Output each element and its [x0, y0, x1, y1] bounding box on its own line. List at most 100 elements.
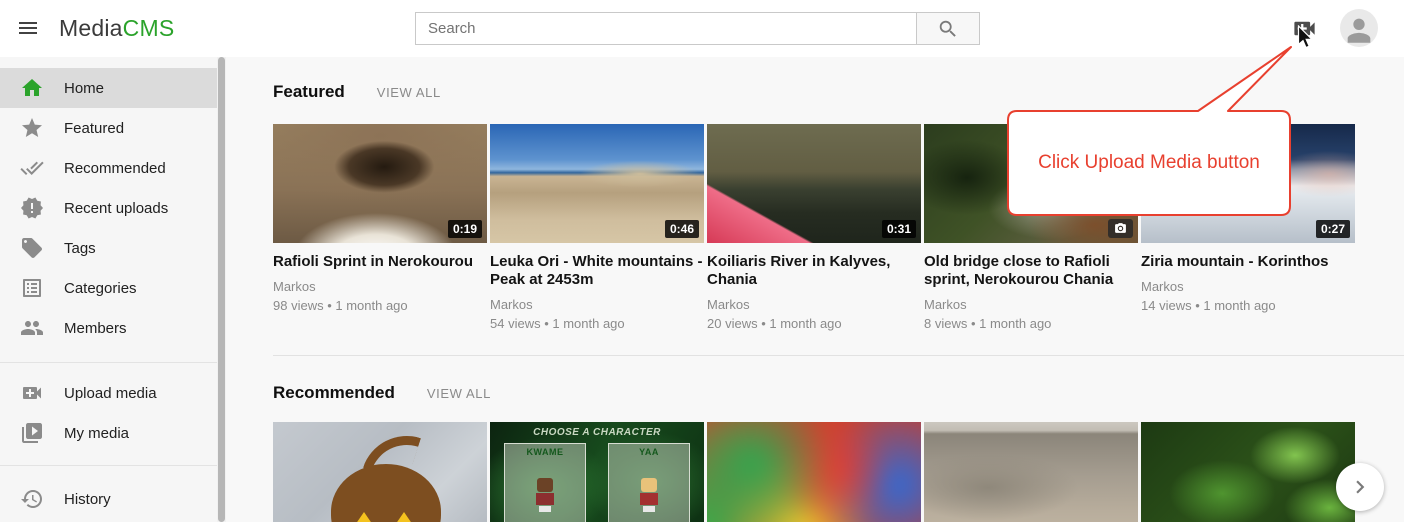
thumbnail-river-kayak[interactable]: 0:31: [707, 124, 921, 243]
media-card: [924, 422, 1138, 522]
thumbnail-paper-pumpkin[interactable]: [273, 422, 487, 522]
thumbnail-color-gradient[interactable]: [707, 422, 921, 522]
camera-icon: [1114, 222, 1127, 235]
recommended-section-header: Recommended VIEW ALL: [273, 383, 491, 403]
character-name: KWAME: [505, 447, 585, 457]
logo-cms: CMS: [123, 15, 175, 41]
sidebar-item-label: Upload media: [64, 385, 157, 402]
pumpkin-eye: [353, 512, 375, 522]
media-meta: 8 views • 1 month ago: [924, 316, 1138, 331]
new-releases-icon: [20, 196, 44, 220]
sidebar-divider: [0, 362, 217, 363]
sidebar-item-label: Members: [64, 320, 127, 337]
sidebar-item-label: History: [64, 491, 111, 508]
media-card: 0:46 Leuka Ori - White mountains - Peak …: [490, 124, 704, 331]
media-card: 0:19 Rafioli Sprint in Nerokourou Markos…: [273, 124, 487, 331]
media-card: [273, 422, 487, 522]
character-sprite: [640, 478, 658, 512]
duration-badge: 0:19: [448, 220, 482, 238]
section-divider: [273, 355, 1404, 356]
search-input[interactable]: [415, 12, 917, 45]
featured-section-header: Featured VIEW ALL: [273, 82, 441, 102]
done-all-icon: [20, 156, 44, 180]
recommended-row: CHOOSE A CHARACTER KWAME Selected YAA Se…: [273, 422, 1355, 522]
media-card: 0:31 Koiliaris River in Kalyves, Chania …: [707, 124, 921, 331]
pumpkin-eye: [393, 512, 415, 522]
media-title[interactable]: Rafioli Sprint in Nerokourou: [273, 253, 487, 271]
sidebar-item-tags[interactable]: Tags: [0, 228, 217, 268]
media-author: Markos: [273, 279, 487, 294]
sidebar-item-featured[interactable]: Featured: [0, 108, 217, 148]
my-media-icon: [20, 421, 44, 445]
person-icon: [1342, 13, 1376, 47]
media-author: Markos: [1141, 279, 1355, 294]
media-meta: 20 views • 1 month ago: [707, 316, 921, 331]
media-meta: 14 views • 1 month ago: [1141, 298, 1355, 313]
sidebar-item-upload-media[interactable]: Upload media: [0, 373, 217, 413]
sidebar-scrollbar: [217, 57, 226, 522]
sidebar-item-members[interactable]: Members: [0, 308, 217, 348]
upload-media-button[interactable]: [1290, 15, 1318, 43]
duration-badge: 0:31: [882, 220, 916, 238]
media-title[interactable]: Ziria mountain - Korinthos: [1141, 253, 1355, 271]
history-icon: [20, 487, 44, 511]
upload-media-icon: [20, 381, 44, 405]
media-meta: 54 views • 1 month ago: [490, 316, 704, 331]
sidebar-item-my-media[interactable]: My media: [0, 413, 217, 453]
character-sprite: [536, 478, 554, 512]
thumbnail-fountain-waterfall[interactable]: 0:19: [273, 124, 487, 243]
recommended-view-all-link[interactable]: VIEW ALL: [427, 386, 491, 401]
menu-icon[interactable]: [15, 16, 41, 42]
categories-icon: [20, 276, 44, 300]
thumbnail-game-character-select[interactable]: CHOOSE A CHARACTER KWAME Selected YAA Se…: [490, 422, 704, 522]
featured-view-all-link[interactable]: VIEW ALL: [377, 85, 441, 100]
sidebar-item-recent-uploads[interactable]: Recent uploads: [0, 188, 217, 228]
searchbar: [415, 12, 980, 45]
search-button[interactable]: [917, 12, 980, 45]
color-blob: [707, 422, 921, 522]
duration-badge: 0:46: [665, 220, 699, 238]
media-card: [1141, 422, 1355, 522]
character-name: YAA: [609, 447, 689, 457]
top-header: MediaCMS: [0, 0, 1404, 57]
sidebar-item-label: Tags: [64, 240, 96, 257]
user-avatar[interactable]: [1340, 9, 1378, 47]
sidebar-item-label: Home: [64, 80, 104, 97]
thumbnail-rocky-mountain[interactable]: [924, 422, 1138, 522]
sidebar-item-home[interactable]: Home: [0, 68, 217, 108]
search-icon: [937, 18, 959, 40]
chevron-right-icon: [1347, 474, 1373, 500]
carousel-next-button[interactable]: [1336, 463, 1384, 511]
media-title[interactable]: Leuka Ori - White mountains - Peak at 24…: [490, 253, 704, 289]
home-icon: [20, 76, 44, 100]
mediacms-app: MediaCMS Home Featured Re: [0, 0, 1404, 522]
sidebar-item-categories[interactable]: Categories: [0, 268, 217, 308]
callout-text: Click Upload Media button: [1008, 111, 1290, 215]
media-card: [707, 422, 921, 522]
tag-icon: [20, 236, 44, 260]
sidebar-item-label: Featured: [64, 120, 124, 137]
thumbnail-desert-mountains[interactable]: 0:46: [490, 124, 704, 243]
character-panel-right: YAA Select: [608, 443, 690, 522]
media-card: CHOOSE A CHARACTER KWAME Selected YAA Se…: [490, 422, 704, 522]
sidebar-divider: [0, 465, 217, 466]
sidebar-item-history[interactable]: History: [0, 479, 217, 519]
duration-badge: 0:27: [1316, 220, 1350, 238]
star-icon: [20, 116, 44, 140]
sidebar-item-label: Recommended: [64, 160, 166, 177]
media-meta: 98 views • 1 month ago: [273, 298, 487, 313]
sidebar-item-label: Recent uploads: [64, 200, 168, 217]
sidebar: Home Featured Recommended Recent uploads…: [0, 57, 217, 522]
media-title[interactable]: Old bridge close to Rafioli sprint, Nero…: [924, 253, 1138, 289]
section-title: Recommended: [273, 383, 395, 403]
logo-media: Media: [59, 15, 123, 41]
media-author: Markos: [490, 297, 704, 312]
thumbnail-green-leaves[interactable]: [1141, 422, 1355, 522]
upload-media-icon: [1291, 15, 1318, 42]
media-title[interactable]: Koiliaris River in Kalyves, Chania: [707, 253, 921, 289]
logo[interactable]: MediaCMS: [59, 0, 174, 57]
sidebar-item-recommended[interactable]: Recommended: [0, 148, 217, 188]
media-author: Markos: [707, 297, 921, 312]
scrollbar-thumb[interactable]: [218, 57, 225, 522]
media-author: Markos: [924, 297, 1138, 312]
